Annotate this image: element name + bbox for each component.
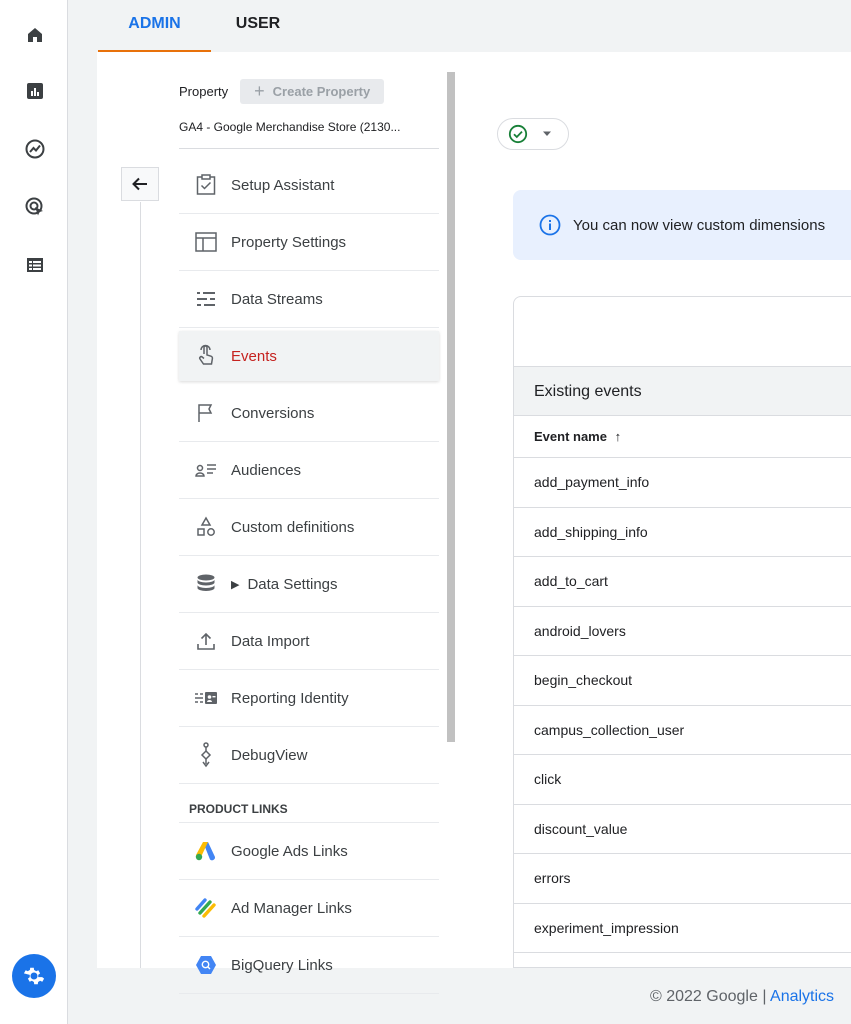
table-row[interactable]: errors bbox=[514, 854, 851, 904]
admin-gear-button[interactable] bbox=[8, 950, 60, 1002]
property-label: Property bbox=[179, 84, 229, 99]
reports-icon[interactable] bbox=[22, 78, 48, 104]
table-row[interactable]: begin_checkout bbox=[514, 656, 851, 706]
menu-label: Events bbox=[231, 347, 277, 365]
checkbox-clipboard-icon bbox=[191, 172, 221, 198]
divider bbox=[140, 202, 141, 968]
debug-icon bbox=[191, 742, 221, 768]
menu-item-custom-definitions[interactable]: Custom definitions bbox=[179, 499, 439, 556]
flag-icon bbox=[191, 400, 221, 426]
menu-label: Custom definitions bbox=[231, 518, 355, 536]
column-header-event-name[interactable]: Event name ↑ bbox=[514, 416, 851, 458]
left-nav-rail bbox=[0, 0, 68, 1024]
menu-item-bigquery-links[interactable]: BigQuery Links bbox=[179, 937, 439, 994]
plus-icon: + bbox=[254, 81, 265, 101]
tab-admin[interactable]: ADMIN bbox=[98, 0, 211, 52]
audience-icon bbox=[191, 457, 221, 483]
admin-panel: Property + Create Property GA4 - Google … bbox=[97, 52, 851, 994]
menu-item-google-ads-links[interactable]: Google Ads Links bbox=[179, 823, 439, 880]
identity-icon bbox=[191, 685, 221, 711]
menu-label: Data Streams bbox=[231, 290, 323, 308]
column-header-label: Event name bbox=[534, 429, 607, 444]
menu-label: Data Import bbox=[231, 632, 310, 650]
advertising-icon[interactable] bbox=[22, 194, 48, 220]
footer: © 2022 Google | Analytics bbox=[650, 988, 834, 1006]
menu-item-data-settings[interactable]: ▶ Data Settings bbox=[179, 556, 439, 613]
back-button[interactable] bbox=[121, 167, 159, 201]
menu-label: Reporting Identity bbox=[231, 689, 349, 707]
table-row[interactable]: click bbox=[514, 755, 851, 805]
menu-label: BigQuery Links bbox=[231, 956, 333, 974]
menu-label: Ad Manager Links bbox=[231, 899, 352, 917]
upload-icon bbox=[191, 628, 221, 654]
google-ads-icon bbox=[191, 838, 221, 864]
create-property-label: Create Property bbox=[272, 84, 371, 99]
table-row[interactable]: android_lovers bbox=[514, 607, 851, 656]
menu-label: Google Ads Links bbox=[231, 842, 348, 860]
shapes-icon bbox=[191, 514, 221, 540]
configure-icon[interactable] bbox=[22, 252, 48, 278]
property-selector-row: Property + Create Property bbox=[179, 79, 385, 104]
card-header bbox=[514, 297, 851, 367]
touch-icon bbox=[191, 343, 221, 369]
table-row[interactable]: add_payment_info bbox=[514, 458, 851, 508]
events-table-title: Existing events bbox=[514, 367, 851, 416]
check-circle-icon bbox=[508, 124, 528, 144]
bigquery-icon bbox=[191, 952, 221, 978]
dropdown-arrow-icon bbox=[543, 131, 551, 136]
property-name-dropdown[interactable]: GA4 - Google Merchandise Store (2130... bbox=[179, 120, 439, 149]
layout-icon bbox=[191, 229, 221, 255]
tab-user[interactable]: USER bbox=[228, 0, 288, 52]
menu-label: Setup Assistant bbox=[231, 176, 335, 194]
table-row[interactable]: add_to_cart bbox=[514, 557, 851, 607]
explore-icon[interactable] bbox=[22, 136, 48, 162]
menu-item-setup-assistant[interactable]: Setup Assistant bbox=[179, 157, 439, 214]
menu-item-debugview[interactable]: DebugView bbox=[179, 727, 439, 784]
menu-item-reporting-identity[interactable]: Reporting Identity bbox=[179, 670, 439, 727]
menu-item-audiences[interactable]: Audiences bbox=[179, 442, 439, 499]
menu-item-events[interactable]: Events bbox=[179, 331, 439, 381]
table-row[interactable]: add_shipping_info bbox=[514, 508, 851, 557]
sort-arrow-up-icon: ↑ bbox=[614, 429, 622, 444]
menu-item-property-settings[interactable]: Property Settings bbox=[179, 214, 439, 271]
menu-label: Property Settings bbox=[231, 233, 347, 251]
footer-analytics-link[interactable]: Analytics bbox=[770, 988, 834, 1005]
menu-item-data-streams[interactable]: Data Streams bbox=[179, 271, 439, 328]
ad-manager-icon bbox=[191, 895, 221, 921]
existing-events-card: Existing events Event name ↑ add_payment… bbox=[513, 296, 851, 968]
menu-label: Conversions bbox=[231, 404, 315, 422]
menu-label: Data Settings bbox=[247, 575, 338, 593]
property-menu: Setup Assistant Property Settings Data S… bbox=[179, 157, 439, 994]
status-dropdown[interactable] bbox=[497, 118, 569, 150]
table-row[interactable]: discount_value bbox=[514, 805, 851, 854]
top-tabs: ADMIN USER bbox=[68, 0, 851, 52]
menu-item-ad-manager-links[interactable]: Ad Manager Links bbox=[179, 880, 439, 937]
data-streams-icon bbox=[191, 286, 221, 312]
banner-text: You can now view custom dimensions bbox=[573, 216, 826, 234]
arrow-left-icon bbox=[132, 177, 147, 191]
menu-label: Audiences bbox=[231, 461, 302, 479]
info-banner: You can now view custom dimensions bbox=[513, 190, 851, 260]
events-table-body: add_payment_info add_shipping_info add_to_… bbox=[514, 458, 851, 953]
menu-item-conversions[interactable]: Conversions bbox=[179, 385, 439, 442]
footer-copyright: © 2022 Google | bbox=[650, 988, 771, 1005]
expand-caret-icon[interactable]: ▶ bbox=[231, 578, 239, 591]
sidebar-scrollbar[interactable] bbox=[447, 72, 455, 742]
product-links-header: PRODUCT LINKS bbox=[179, 784, 439, 823]
create-property-button[interactable]: + Create Property bbox=[240, 79, 385, 104]
table-row[interactable]: campus_collection_user bbox=[514, 706, 851, 755]
info-icon bbox=[539, 214, 561, 236]
menu-label: DebugView bbox=[231, 746, 308, 764]
menu-item-data-import[interactable]: Data Import bbox=[179, 613, 439, 670]
database-icon bbox=[191, 571, 221, 597]
table-row[interactable]: experiment_impression bbox=[514, 904, 851, 953]
gear-icon bbox=[12, 954, 56, 998]
home-icon[interactable] bbox=[22, 22, 48, 48]
